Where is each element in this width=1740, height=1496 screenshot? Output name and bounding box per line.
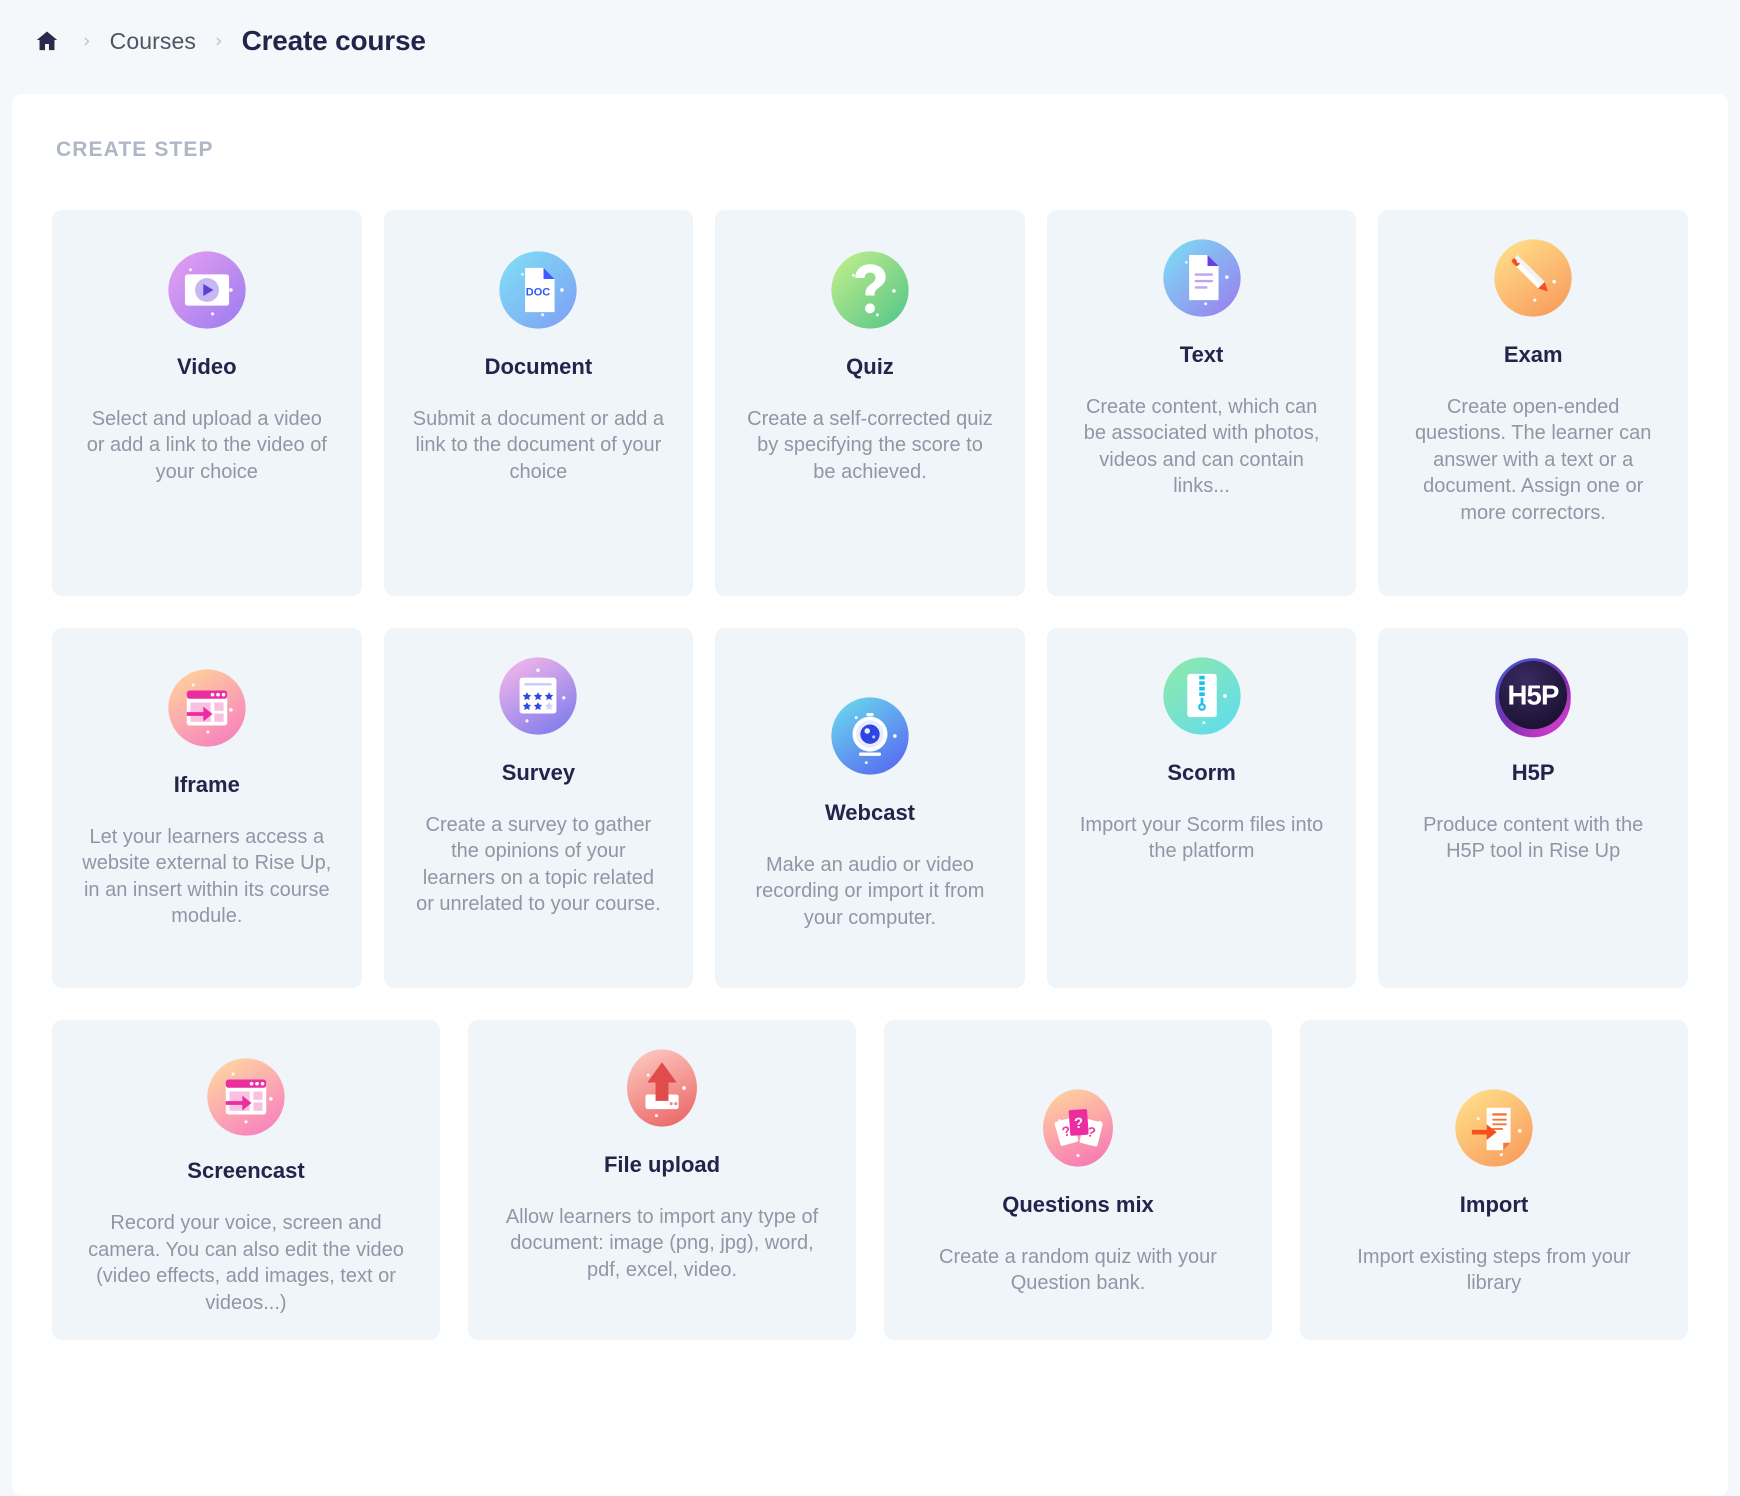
step-card-exam[interactable]: Exam Create open-ended questions. The le…: [1378, 210, 1688, 596]
step-card-webcast[interactable]: Webcast Make an audio or video recording…: [715, 628, 1025, 988]
breadcrumb-separator-1: ›: [83, 29, 91, 52]
question-cards-icon: ? ? ?: [1026, 1076, 1130, 1180]
page-title: CREATE STEP: [56, 138, 214, 161]
document-doc-icon: DOC: [486, 238, 590, 342]
video-play-icon: [155, 238, 259, 342]
step-card-survey[interactable]: Survey Create a survey to gather the opi…: [383, 628, 694, 988]
step-card-iframe[interactable]: Iframe Let your learners access a websit…: [52, 628, 362, 988]
step-card-h5p[interactable]: H5P H5P Produce content with the H5P too…: [1378, 628, 1688, 988]
text-page-icon: [1150, 226, 1254, 330]
step-card-document[interactable]: DOC Document Submit a document or add a …: [383, 210, 694, 596]
step-card-description: Import existing steps from your library: [1357, 1246, 1631, 1295]
step-card-description: Create content, which can be associated …: [1083, 396, 1320, 498]
webcam-icon: [818, 684, 922, 788]
step-card-title: Screencast: [187, 1158, 305, 1184]
step-card-text[interactable]: Text Create content, which can be associ…: [1046, 210, 1357, 596]
survey-stars-icon: [486, 644, 590, 748]
step-card-description: Produce content with the H5P tool in Ris…: [1423, 814, 1644, 863]
step-card-title: Webcast: [824, 800, 916, 825]
svg-text:?: ?: [1074, 1116, 1084, 1133]
home-icon[interactable]: [30, 24, 64, 58]
step-card-description: Record your voice, screen and camera. Yo…: [88, 1212, 404, 1314]
step-card-description: Create a survey to gather the opinions o…: [416, 814, 661, 916]
step-card-screencast[interactable]: Screencast Record your voice, screen and…: [52, 1020, 440, 1340]
upload-arrow-icon: [610, 1036, 714, 1140]
step-card-file-upload[interactable]: File upload Allow learners to import any…: [468, 1020, 856, 1340]
breadcrumb: › Courses › Create course: [0, 0, 1740, 82]
step-card-title: Iframe: [173, 772, 240, 797]
step-card-description: Allow learners to import any type of doc…: [505, 1206, 819, 1281]
step-type-row: Screencast Record your voice, screen and…: [52, 1020, 1688, 1340]
breadcrumb-link-courses[interactable]: Courses: [110, 28, 196, 55]
h5p-logo-icon: H5P: [1481, 644, 1585, 748]
step-type-row: Iframe Let your learners access a websit…: [52, 628, 1688, 988]
step-card-video[interactable]: Video Select and upload a video or add a…: [52, 210, 362, 596]
step-card-description: Let your learners access a website exter…: [82, 826, 332, 928]
step-card-description: Submit a document or add a link to the d…: [412, 408, 665, 483]
step-card-description: Create a self-corrected quiz by specifyi…: [747, 408, 993, 483]
step-card-title: H5P: [1511, 760, 1555, 785]
step-card-title: Video: [177, 354, 237, 379]
svg-text:H5P: H5P: [1508, 679, 1559, 710]
step-card-description: Import your Scorm files into the platfor…: [1079, 814, 1324, 863]
step-card-title: Survey: [501, 760, 576, 785]
iframe-window-icon: [155, 656, 259, 760]
step-card-scorm[interactable]: Scorm Import your Scorm files into the p…: [1046, 628, 1357, 988]
step-card-title: Exam: [1503, 342, 1563, 367]
step-type-row: Video Select and upload a video or add a…: [52, 210, 1688, 596]
breadcrumb-current-create-course: Create course: [241, 25, 426, 56]
step-card-description: Make an audio or video recording or impo…: [755, 854, 985, 929]
step-card-title: Scorm: [1167, 760, 1236, 785]
step-card-title: Import: [1459, 1192, 1529, 1217]
step-card-description: Create open-ended questions. The learner…: [1414, 396, 1652, 524]
step-type-grid: Video Select and upload a video or add a…: [12, 210, 1728, 1340]
step-card-quiz[interactable]: Quiz Create a self-corrected quiz by spe…: [715, 210, 1025, 596]
question-mark-icon: [818, 238, 922, 342]
zip-archive-icon: [1150, 644, 1254, 748]
breadcrumb-separator-2: ›: [214, 29, 223, 52]
import-arrow-icon: [1442, 1076, 1546, 1180]
screencast-window-icon: [194, 1048, 298, 1146]
step-card-title: Quiz: [846, 354, 894, 379]
step-card-title: Document: [484, 354, 593, 379]
step-card-questions-mix[interactable]: ? ? ? Questions mix Create a random quiz…: [884, 1020, 1272, 1340]
step-card-title: File upload: [603, 1152, 721, 1177]
step-card-description: Select and upload a video or add a link …: [86, 408, 327, 483]
step-card-title: Text: [1179, 342, 1224, 367]
create-step-panel: CREATE STEP Video Select and upload a vi…: [12, 94, 1728, 1496]
step-card-import[interactable]: Import Import existing steps from your l…: [1300, 1020, 1688, 1340]
step-card-title: Questions mix: [1002, 1192, 1154, 1217]
pencil-exam-icon: [1481, 226, 1585, 330]
step-card-description: Create a random quiz with your Question …: [939, 1246, 1217, 1295]
svg-text:DOC: DOC: [526, 287, 551, 299]
